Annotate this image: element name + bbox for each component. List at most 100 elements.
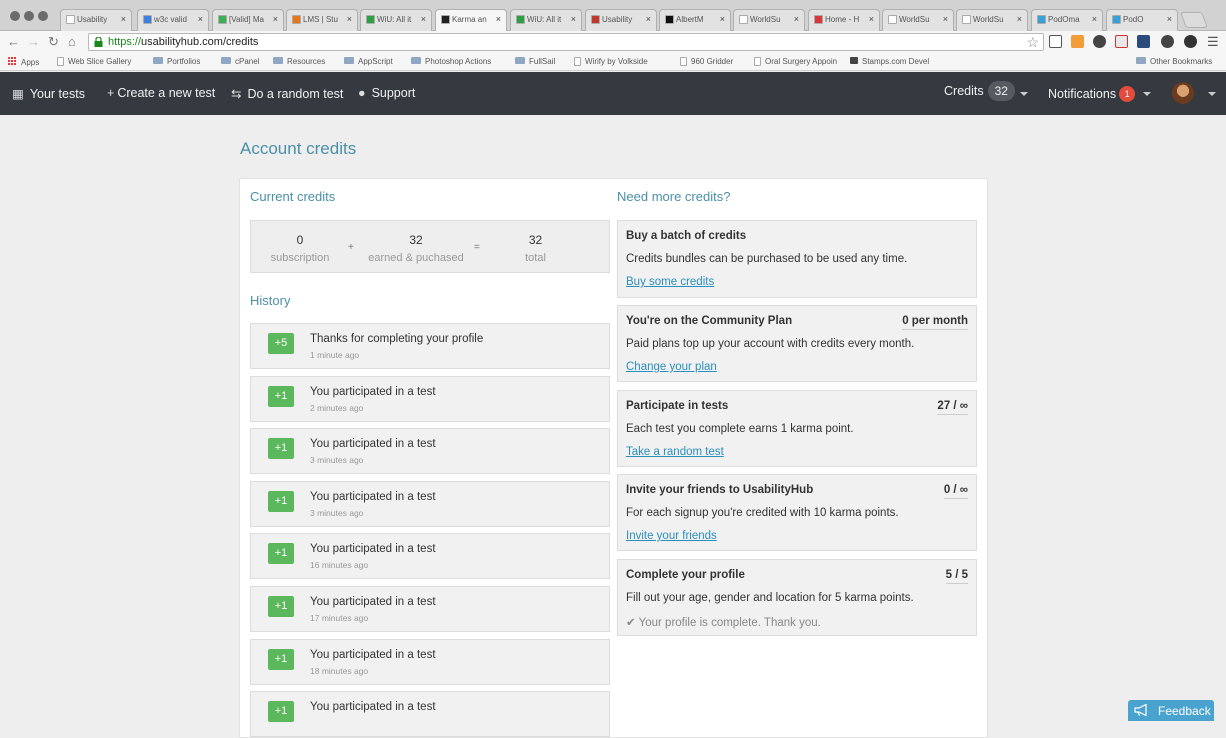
- close-tab-icon[interactable]: ×: [347, 14, 352, 24]
- close-tab-icon[interactable]: ×: [571, 14, 576, 24]
- history-item: +1 You participated in a test 16 minutes a…: [250, 533, 610, 580]
- community-plan-card: You're on the Community Plan 0 per month P…: [617, 305, 977, 382]
- bookmark-item[interactable]: cPanel: [221, 57, 259, 66]
- history-text: You participated in a test: [310, 385, 436, 398]
- minimize-window-icon[interactable]: [24, 11, 34, 21]
- browser-tab[interactable]: PodOma ×: [1031, 9, 1103, 31]
- close-window-icon[interactable]: [10, 11, 20, 21]
- nav-your-tests[interactable]: ▦ Your tests: [12, 86, 85, 101]
- invite-friends-card: Invite your friends to UsabilityHub 0 / ∞…: [617, 474, 977, 551]
- cast-icon[interactable]: [1049, 35, 1062, 48]
- credits-dropdown-icon[interactable]: [1020, 92, 1028, 96]
- browser-tab[interactable]: WiU: All it ×: [510, 9, 582, 31]
- browser-tab[interactable]: PodO ×: [1106, 9, 1178, 31]
- bookmark-item[interactable]: Photoshop Actions: [411, 57, 491, 66]
- close-tab-icon[interactable]: ×: [869, 14, 874, 24]
- settings-extension-icon[interactable]: [1093, 35, 1106, 48]
- close-tab-icon[interactable]: ×: [1167, 14, 1172, 24]
- close-tab-icon[interactable]: ×: [943, 14, 948, 24]
- user-menu-dropdown-icon[interactable]: [1208, 92, 1216, 96]
- close-tab-icon[interactable]: ×: [794, 14, 799, 24]
- tab-favicon-icon: [1037, 15, 1046, 24]
- tab-title: WiU: All it: [377, 15, 412, 24]
- browser-tab[interactable]: WorldSu ×: [956, 9, 1028, 31]
- menu-icon[interactable]: ☰: [1207, 34, 1219, 50]
- browser-tab[interactable]: WorldSu ×: [733, 9, 805, 31]
- nav-credits[interactable]: Credits 32: [944, 81, 1015, 101]
- n-extension-icon[interactable]: [1137, 35, 1150, 48]
- zoom-window-icon[interactable]: [38, 11, 48, 21]
- close-tab-icon[interactable]: ×: [421, 14, 426, 24]
- browser-tab[interactable]: Home - H ×: [808, 9, 880, 31]
- history-item: +1 You participated in a test 3 minutes ag…: [250, 480, 610, 527]
- browser-tab[interactable]: AlbertM ×: [659, 9, 731, 31]
- earned-credits: 32 earned & puchased: [368, 233, 464, 264]
- invite-friends-link[interactable]: Invite your friends: [626, 530, 717, 542]
- bookmark-item[interactable]: Web Slice Gallery: [57, 57, 131, 66]
- back-icon[interactable]: ←: [7, 34, 20, 50]
- close-tab-icon[interactable]: ×: [496, 14, 501, 24]
- tab-favicon-icon: [962, 15, 971, 24]
- browser-tab[interactable]: Usability ×: [585, 9, 657, 31]
- browser-tab[interactable]: WiU: All it ×: [360, 9, 432, 31]
- close-tab-icon[interactable]: ×: [720, 14, 725, 24]
- user-avatar[interactable]: [1172, 82, 1194, 104]
- home-icon[interactable]: ⌂: [68, 34, 76, 50]
- browser-tab[interactable]: LMS | Stu ×: [286, 9, 358, 31]
- new-tab-button[interactable]: [1180, 12, 1208, 28]
- pocket-icon[interactable]: [1184, 35, 1197, 48]
- feedback-button[interactable]: Feedback: [1128, 700, 1214, 721]
- close-tab-icon[interactable]: ×: [1017, 14, 1022, 24]
- card-description: Paid plans top up your account with cred…: [626, 338, 915, 350]
- close-tab-icon[interactable]: ×: [121, 14, 126, 24]
- address-bar[interactable]: https://usabilityhub.com/credits ☆: [88, 33, 1044, 51]
- buy-credits-link[interactable]: Buy some credits: [626, 276, 714, 288]
- bookmark-item[interactable]: Apps: [8, 57, 39, 67]
- close-tab-icon[interactable]: ×: [273, 14, 278, 24]
- browser-toolbar: ← → ↻ ⌂ https://usabilityhub.com/credits…: [0, 31, 1226, 53]
- bookmark-item[interactable]: Portfolios: [153, 57, 200, 66]
- tab-title: AlbertM: [676, 15, 704, 24]
- bookmark-item[interactable]: Resources: [273, 57, 325, 66]
- nav-support[interactable]: ● Support: [358, 86, 415, 100]
- bookmark-item[interactable]: Stamps.com Devel: [850, 57, 929, 66]
- close-tab-icon[interactable]: ×: [198, 14, 203, 24]
- history-time: 17 minutes ago: [310, 613, 369, 623]
- browser-tab[interactable]: Usability ×: [60, 9, 132, 31]
- complete-profile-card: Complete your profile 5 / 5 Fill out your …: [617, 559, 977, 636]
- buy-credits-card: Buy a batch of credits Credits bundles ca…: [617, 220, 977, 298]
- current-credits-heading: Current credits: [250, 189, 336, 204]
- tab-favicon-icon: [516, 15, 525, 24]
- take-random-test-link[interactable]: Take a random test: [626, 446, 724, 458]
- bookmark-item[interactable]: AppScript: [344, 57, 393, 66]
- tab-favicon-icon: [1112, 15, 1121, 24]
- nav-create-test[interactable]: + Create a new test: [107, 86, 215, 100]
- close-tab-icon[interactable]: ×: [646, 14, 651, 24]
- bookmark-item[interactable]: 960 Gridder: [680, 57, 733, 66]
- history-item: +1 You participated in a test 17 minutes a…: [250, 586, 610, 632]
- history-text: You participated in a test: [310, 596, 436, 608]
- extension-icon[interactable]: [1115, 35, 1128, 48]
- reload-icon[interactable]: ↻: [48, 34, 59, 50]
- card-description: For each signup you're credited with 10 …: [626, 507, 899, 519]
- other-bookmarks[interactable]: Other Bookmarks: [1136, 57, 1212, 66]
- browser-tab[interactable]: [Valid] Ma ×: [212, 9, 284, 31]
- browser-tab[interactable]: w3c valid ×: [137, 9, 209, 31]
- ghostery-icon[interactable]: [1161, 35, 1174, 48]
- card-stat: 5 / 5: [945, 569, 968, 584]
- close-tab-icon[interactable]: ×: [1092, 14, 1097, 24]
- bookmark-item[interactable]: FullSail: [515, 57, 555, 66]
- change-plan-link[interactable]: Change your plan: [626, 361, 717, 373]
- forward-icon[interactable]: →: [27, 34, 40, 50]
- notifications-dropdown-icon[interactable]: [1143, 92, 1151, 96]
- bookmark-star-icon[interactable]: ☆: [1026, 34, 1039, 50]
- browser-tab[interactable]: WorldSu ×: [882, 9, 954, 31]
- nav-notifications[interactable]: Notifications 1: [1048, 86, 1136, 102]
- tab-favicon-icon: [739, 15, 748, 24]
- bookmark-item[interactable]: Wirify by Volkside: [574, 57, 648, 66]
- page-title: Account credits: [240, 139, 357, 158]
- bookmark-item[interactable]: Oral Surgery Appoin: [754, 57, 837, 66]
- browser-tab[interactable]: Karma an ×: [435, 9, 507, 31]
- nav-random-test[interactable]: ⇆ Do a random test: [231, 86, 343, 101]
- rss-extension-icon[interactable]: [1071, 35, 1084, 48]
